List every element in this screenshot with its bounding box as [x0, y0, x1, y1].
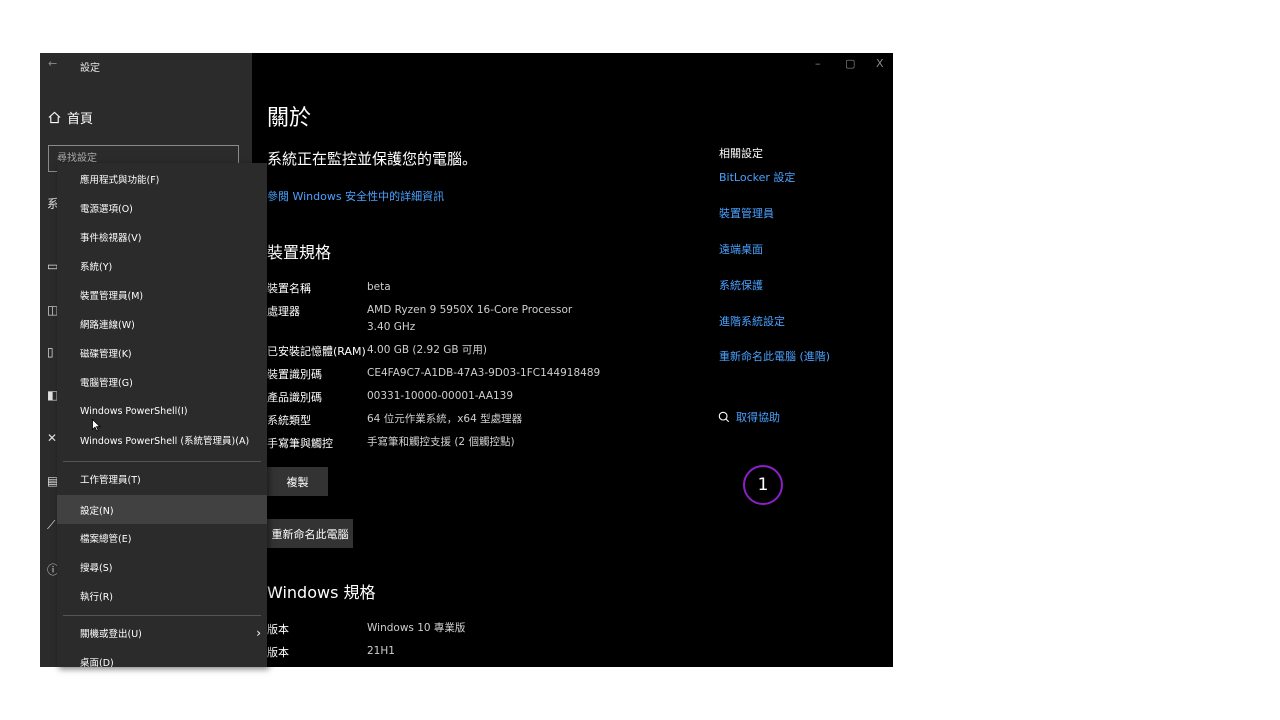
spec-value-2: 3.40 GHz: [367, 321, 416, 333]
win-spec-value: 21H1: [367, 645, 395, 657]
minimize-button[interactable]: –: [815, 57, 821, 70]
home-label: 首頁: [67, 112, 94, 127]
menu-item-label: 磁碟管理(K): [80, 349, 132, 360]
spec-label: 手寫筆與觸控: [267, 437, 333, 450]
mouse-cursor-icon: [92, 419, 101, 432]
chevron-right-icon: ›: [256, 626, 261, 640]
win-spec-label: 版本: [267, 623, 289, 636]
menu-separator: [63, 615, 261, 616]
menu-item-label: 檔案總管(E): [80, 534, 132, 545]
winx-context-menu: 應用程式與功能(F) 電源選項(O) 事件檢視器(V) 系統(Y) 裝置管理員(…: [57, 163, 267, 667]
menu-item-search[interactable]: 搜尋(S): [57, 554, 267, 580]
back-arrow-icon[interactable]: ←: [48, 57, 57, 70]
menu-item-device-manager[interactable]: 裝置管理員(M): [57, 282, 267, 308]
page-title: 關於: [267, 106, 312, 131]
bitlocker-link[interactable]: BitLocker 設定: [719, 169, 795, 185]
win-spec-value: Windows 10 專業版: [367, 622, 466, 634]
menu-item-settings[interactable]: 設定(N): [57, 495, 267, 524]
menu-item-system[interactable]: 系統(Y): [57, 253, 267, 279]
spec-label: 產品識別碼: [267, 391, 322, 404]
menu-item-label: 關機或登出(U): [80, 629, 142, 640]
get-help-link[interactable]: 取得協助: [718, 409, 780, 425]
menu-item-label: 應用程式與功能(F): [80, 175, 160, 186]
menu-separator: [63, 461, 261, 462]
menu-item-label: Windows PowerShell(I): [80, 405, 188, 417]
menu-item-apps-features[interactable]: 應用程式與功能(F): [57, 166, 267, 192]
spec-label: 已安裝記憶體(RAM): [267, 345, 366, 358]
home-icon: [48, 111, 61, 124]
device-specs-title: 裝置規格: [267, 243, 332, 262]
menu-item-run[interactable]: 執行(R): [57, 583, 267, 609]
menu-item-label: 執行(R): [80, 592, 114, 603]
menu-item-label: Windows PowerShell (系統管理員)(A): [80, 436, 250, 447]
remote-desktop-link[interactable]: 遠端桌面: [719, 241, 763, 257]
close-button[interactable]: X: [876, 57, 884, 70]
menu-item-shutdown-signout[interactable]: 關機或登出(U) ›: [57, 620, 267, 646]
spec-label: 裝置識別碼: [267, 368, 322, 381]
advanced-system-settings-link[interactable]: 進階系統設定: [719, 313, 785, 329]
menu-item-file-explorer[interactable]: 檔案總管(E): [57, 525, 267, 551]
win-spec-label: 版本: [267, 646, 289, 659]
security-status-text: 系統正在監控並保護您的電腦。: [267, 150, 478, 168]
get-help-label: 取得協助: [736, 411, 780, 424]
menu-item-label: 裝置管理員(M): [80, 291, 144, 302]
menu-item-label: 桌面(D): [80, 658, 114, 667]
spec-value: beta: [367, 281, 391, 293]
spec-value: AMD Ryzen 9 5950X 16-Core Processor: [367, 304, 573, 316]
windows-specs-title: Windows 規格: [267, 583, 376, 602]
menu-item-label: 事件檢視器(V): [80, 233, 142, 244]
system-protection-link[interactable]: 系統保護: [719, 277, 763, 293]
shared-icon[interactable]: ⟋: [47, 518, 55, 533]
menu-item-task-manager[interactable]: 工作管理員(T): [57, 466, 267, 492]
sidebar-home[interactable]: 首頁: [48, 108, 93, 127]
menu-item-label: 電腦管理(G): [80, 378, 133, 389]
rename-pc-button[interactable]: 重新命名此電腦: [267, 519, 353, 548]
spec-value: 4.00 GB (2.92 GB 可用): [367, 344, 487, 356]
menu-item-event-viewer[interactable]: 事件檢視器(V): [57, 224, 267, 250]
copy-button[interactable]: 複製: [267, 467, 328, 496]
menu-item-disk-management[interactable]: 磁碟管理(K): [57, 340, 267, 366]
spec-value: 手寫筆和觸控支援 (2 個觸控點): [367, 436, 515, 448]
menu-item-desktop[interactable]: 桌面(D): [57, 649, 267, 667]
power-icon[interactable]: ✕: [47, 431, 57, 445]
maximize-button[interactable]: ▢: [845, 57, 855, 70]
menu-item-powershell[interactable]: Windows PowerShell(I): [57, 398, 267, 424]
step-number-badge: 1: [743, 465, 783, 505]
window-title: 設定: [80, 63, 100, 74]
menu-item-label: 搜尋(S): [80, 563, 113, 574]
spec-label: 處理器: [267, 305, 300, 318]
menu-item-label: 網路連線(W): [80, 320, 135, 331]
help-chat-icon: [718, 411, 730, 423]
security-details-link[interactable]: 參閱 Windows 安全性中的詳細資訊: [267, 188, 444, 204]
menu-item-label: 設定(N): [80, 505, 114, 517]
notifications-icon[interactable]: ▯: [47, 345, 54, 359]
menu-item-label: 電源選項(O): [80, 204, 133, 215]
menu-item-computer-management[interactable]: 電腦管理(G): [57, 369, 267, 395]
menu-item-label: 工作管理員(T): [80, 475, 141, 486]
spec-label: 系統類型: [267, 414, 311, 427]
spec-value: CE4FA9C7-A1DB-47A3-9D03-1FC144918489: [367, 367, 601, 379]
spec-value: 64 位元作業系統，x64 型處理器: [367, 413, 523, 425]
rename-pc-advanced-link[interactable]: 重新命名此電腦 (進階): [719, 348, 830, 364]
menu-item-power-options[interactable]: 電源選項(O): [57, 195, 267, 221]
menu-item-label: 系統(Y): [80, 262, 113, 273]
spec-label: 裝置名稱: [267, 282, 311, 295]
spec-value: 00331-10000-00001-AA139: [367, 390, 514, 402]
related-settings-title: 相關設定: [719, 147, 763, 160]
menu-item-powershell-admin[interactable]: Windows PowerShell (系統管理員)(A): [57, 427, 267, 453]
device-manager-link[interactable]: 裝置管理員: [719, 205, 774, 221]
menu-item-network-connections[interactable]: 網路連線(W): [57, 311, 267, 337]
